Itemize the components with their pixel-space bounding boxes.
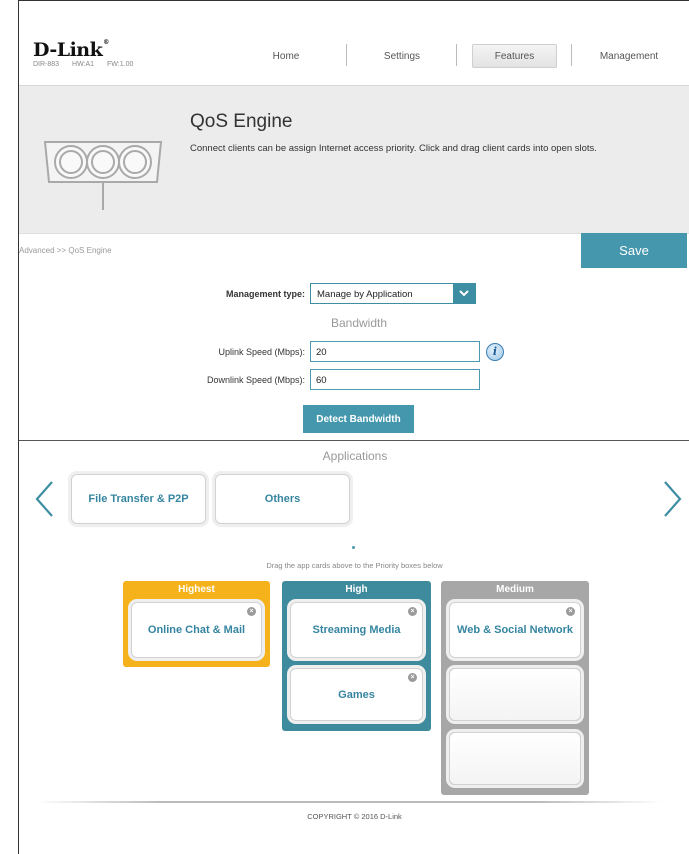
nav-features[interactable]: Features (472, 44, 557, 68)
page-banner: QoS Engine Connect clients can be assign… (19, 85, 689, 233)
close-icon[interactable]: × (566, 607, 575, 616)
uplink-speed-input[interactable]: 20 (310, 341, 480, 362)
app-card-games[interactable]: Games × (290, 668, 423, 721)
page-description: Connect clients can be assign Internet a… (190, 143, 597, 154)
priority-title-highest: Highest (178, 584, 215, 595)
nav-divider (346, 44, 347, 66)
downlink-label: Downlink Speed (Mbps): (206, 375, 305, 385)
footer-divider (35, 801, 663, 803)
app-card-others[interactable]: Others (215, 474, 350, 524)
app-card-web-social[interactable]: Web & Social Network × (449, 602, 581, 658)
nav-divider (571, 44, 572, 66)
priority-title-medium: Medium (496, 584, 534, 595)
close-icon[interactable]: × (408, 673, 417, 682)
applications-heading: Applications (322, 449, 388, 463)
chevron-right-icon[interactable] (661, 479, 685, 519)
close-icon[interactable]: × (247, 607, 256, 616)
chevron-down-icon[interactable] (453, 284, 475, 303)
nav-management[interactable]: Management (579, 44, 679, 68)
nav-settings[interactable]: Settings (349, 44, 455, 68)
breadcrumb: Advanced >> QoS Engine (19, 246, 112, 255)
hw-label: HW:A1 (72, 61, 95, 68)
device-info: DIR-883 HW:A1 FW:1.00 (33, 61, 144, 68)
chevron-left-icon[interactable] (32, 479, 56, 519)
section-divider (19, 440, 689, 441)
page-frame: D-Link® DIR-883 HW:A1 FW:1.00 Home Setti… (18, 0, 689, 854)
app-card-streaming-media[interactable]: Streaming Media × (290, 602, 423, 658)
drag-hint: Drag the app cards above to the Priority… (266, 561, 443, 570)
app-card-file-transfer[interactable]: File Transfer & P2P (71, 474, 206, 524)
carousel-dot[interactable] (352, 546, 355, 549)
nav-divider (456, 44, 457, 66)
empty-slot[interactable] (449, 732, 581, 785)
copyright: COPYRIGHT © 2016 D-Link (307, 812, 402, 821)
save-button[interactable]: Save (581, 233, 687, 268)
fw-label: FW:1.00 (107, 61, 134, 68)
uplink-label: Uplink Speed (Mbps): (218, 347, 305, 357)
model-label: DIR-883 (33, 61, 60, 68)
empty-slot[interactable] (449, 668, 581, 721)
qos-engine-icon (43, 141, 163, 210)
management-type-value: Manage by Application (317, 289, 413, 300)
nav-home[interactable]: Home (231, 44, 341, 68)
bandwidth-heading: Bandwidth (330, 316, 388, 330)
priority-title-high: High (345, 584, 368, 595)
detect-bandwidth-button[interactable]: Detect Bandwidth (303, 405, 414, 433)
management-type-select[interactable]: Manage by Application (310, 283, 476, 304)
info-icon[interactable]: i (486, 343, 504, 361)
dlink-logo[interactable]: D-Link® (33, 39, 109, 61)
close-icon[interactable]: × (408, 607, 417, 616)
app-card-online-chat[interactable]: Online Chat & Mail × (131, 602, 262, 658)
downlink-speed-input[interactable]: 60 (310, 369, 480, 390)
page-title: QoS Engine (190, 111, 293, 132)
management-type-label: Management type: (225, 289, 305, 299)
